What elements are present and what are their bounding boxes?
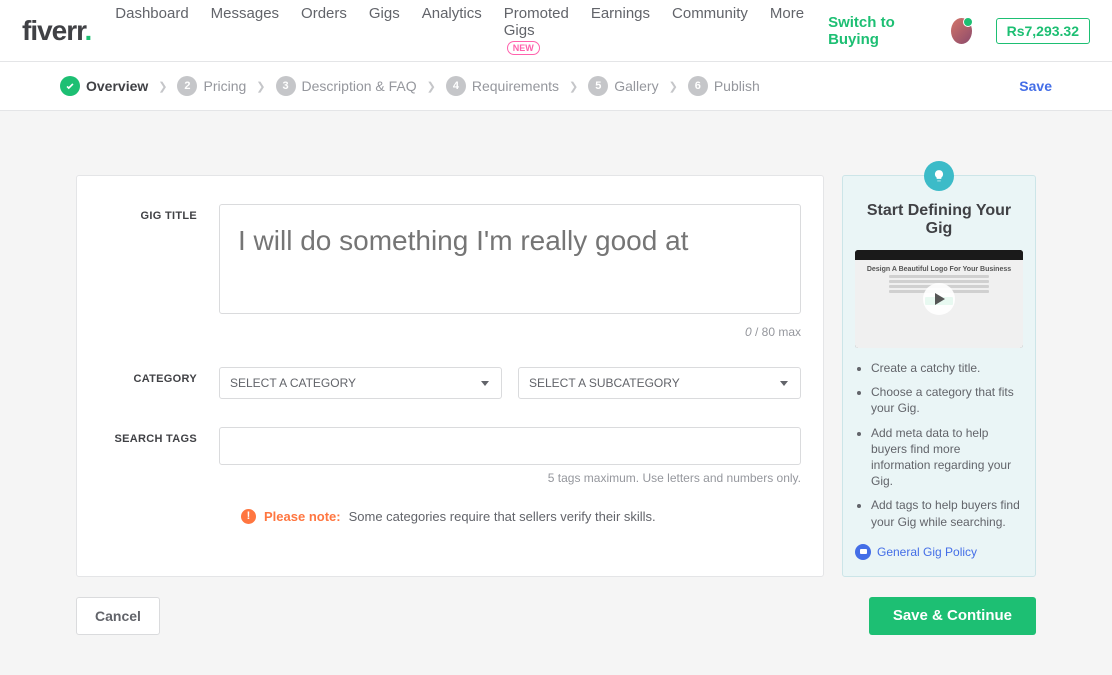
tip-item: Choose a category that fits your Gig. bbox=[871, 384, 1023, 416]
chevron-right-icon: ❯ bbox=[427, 80, 436, 93]
chevron-right-icon: ❯ bbox=[669, 80, 678, 93]
nav-promoted[interactable]: Promoted Gigs NEW bbox=[504, 5, 569, 56]
step-label: Gallery bbox=[614, 78, 658, 94]
subcategory-select[interactable]: SELECT A SUBCATEGORY bbox=[518, 367, 801, 399]
save-link[interactable]: Save bbox=[1019, 78, 1052, 94]
step-publish[interactable]: 6 Publish bbox=[688, 76, 760, 96]
step-label: Description & FAQ bbox=[302, 78, 417, 94]
step-label: Publish bbox=[714, 78, 760, 94]
step-num: 2 bbox=[177, 76, 197, 96]
step-pricing[interactable]: 2 Pricing bbox=[177, 76, 246, 96]
step-gallery[interactable]: 5 Gallery bbox=[588, 76, 658, 96]
gig-title-label: GIG TITLE bbox=[99, 204, 219, 339]
note-text: Some categories require that sellers ver… bbox=[349, 509, 656, 524]
new-badge: NEW bbox=[507, 41, 540, 55]
step-description[interactable]: 3 Description & FAQ bbox=[276, 76, 417, 96]
category-select[interactable]: SELECT A CATEGORY bbox=[219, 367, 502, 399]
step-overview[interactable]: Overview bbox=[60, 76, 148, 96]
category-label: CATEGORY bbox=[99, 367, 219, 399]
tip-item: Create a catchy title. bbox=[871, 360, 1023, 376]
switch-to-buying-link[interactable]: Switch to Buying bbox=[828, 14, 926, 48]
tutorial-video-thumb[interactable]: Design A Beautiful Logo For Your Busines… bbox=[855, 250, 1023, 348]
tips-list: Create a catchy title. Choose a category… bbox=[855, 360, 1023, 530]
page-content: GIG TITLE 0 / 80 max CATEGORY SELECT A C… bbox=[0, 111, 1112, 675]
step-label: Overview bbox=[86, 78, 148, 94]
tags-hint: 5 tags maximum. Use letters and numbers … bbox=[219, 471, 801, 485]
top-nav: Dashboard Messages Orders Gigs Analytics… bbox=[115, 5, 804, 56]
lightbulb-icon bbox=[924, 161, 954, 191]
search-tags-input[interactable] bbox=[219, 427, 801, 465]
nav-orders[interactable]: Orders bbox=[301, 5, 347, 56]
logo[interactable]: fiverr. bbox=[22, 15, 91, 47]
thumb-heading: Design A Beautiful Logo For Your Busines… bbox=[861, 266, 1017, 273]
tip-item: Add meta data to help buyers find more i… bbox=[871, 425, 1023, 490]
chevron-right-icon: ❯ bbox=[158, 80, 167, 93]
step-label: Pricing bbox=[203, 78, 246, 94]
please-note-row: ! Please note: Some categories require t… bbox=[241, 509, 801, 524]
check-icon bbox=[60, 76, 80, 96]
warning-icon: ! bbox=[241, 509, 256, 524]
play-icon bbox=[923, 283, 955, 315]
nav-dashboard[interactable]: Dashboard bbox=[115, 5, 188, 56]
nav-analytics[interactable]: Analytics bbox=[422, 5, 482, 56]
step-requirements[interactable]: 4 Requirements bbox=[446, 76, 559, 96]
note-label: Please note: bbox=[264, 509, 341, 524]
gig-title-input[interactable] bbox=[219, 204, 801, 314]
policy-link: General Gig Policy bbox=[877, 545, 977, 559]
nav-promoted-label: Promoted Gigs bbox=[504, 5, 569, 39]
char-counter: 0 / 80 max bbox=[219, 325, 801, 339]
nav-community[interactable]: Community bbox=[672, 5, 748, 56]
logo-text: fiverr bbox=[22, 15, 85, 46]
form-actions: Cancel Save & Continue bbox=[76, 597, 1036, 635]
nav-earnings[interactable]: Earnings bbox=[591, 5, 650, 56]
steps-bar: Overview ❯ 2 Pricing ❯ 3 Description & F… bbox=[0, 62, 1112, 111]
chevron-right-icon: ❯ bbox=[569, 80, 578, 93]
tips-sidebar: Start Defining Your Gig Design A Beautif… bbox=[842, 175, 1036, 577]
main-header: fiverr. Dashboard Messages Orders Gigs A… bbox=[0, 0, 1112, 62]
sidebar-title: Start Defining Your Gig bbox=[855, 202, 1023, 238]
step-num: 5 bbox=[588, 76, 608, 96]
nav-messages[interactable]: Messages bbox=[211, 5, 279, 56]
step-num: 6 bbox=[688, 76, 708, 96]
step-num: 3 bbox=[276, 76, 296, 96]
cancel-button[interactable]: Cancel bbox=[76, 597, 160, 635]
gig-form-card: GIG TITLE 0 / 80 max CATEGORY SELECT A C… bbox=[76, 175, 824, 577]
policy-link-row[interactable]: General Gig Policy bbox=[855, 544, 1023, 560]
avatar[interactable] bbox=[951, 18, 972, 44]
tags-label: SEARCH TAGS bbox=[99, 427, 219, 485]
step-num: 4 bbox=[446, 76, 466, 96]
nav-gigs[interactable]: Gigs bbox=[369, 5, 400, 56]
camera-icon bbox=[855, 544, 871, 560]
logo-dot: . bbox=[85, 15, 92, 46]
step-label: Requirements bbox=[472, 78, 559, 94]
chevron-right-icon: ❯ bbox=[256, 80, 265, 93]
nav-more[interactable]: More bbox=[770, 5, 804, 56]
balance-badge[interactable]: Rs7,293.32 bbox=[996, 18, 1090, 44]
save-continue-button[interactable]: Save & Continue bbox=[869, 597, 1036, 635]
tip-item: Add tags to help buyers find your Gig wh… bbox=[871, 497, 1023, 529]
